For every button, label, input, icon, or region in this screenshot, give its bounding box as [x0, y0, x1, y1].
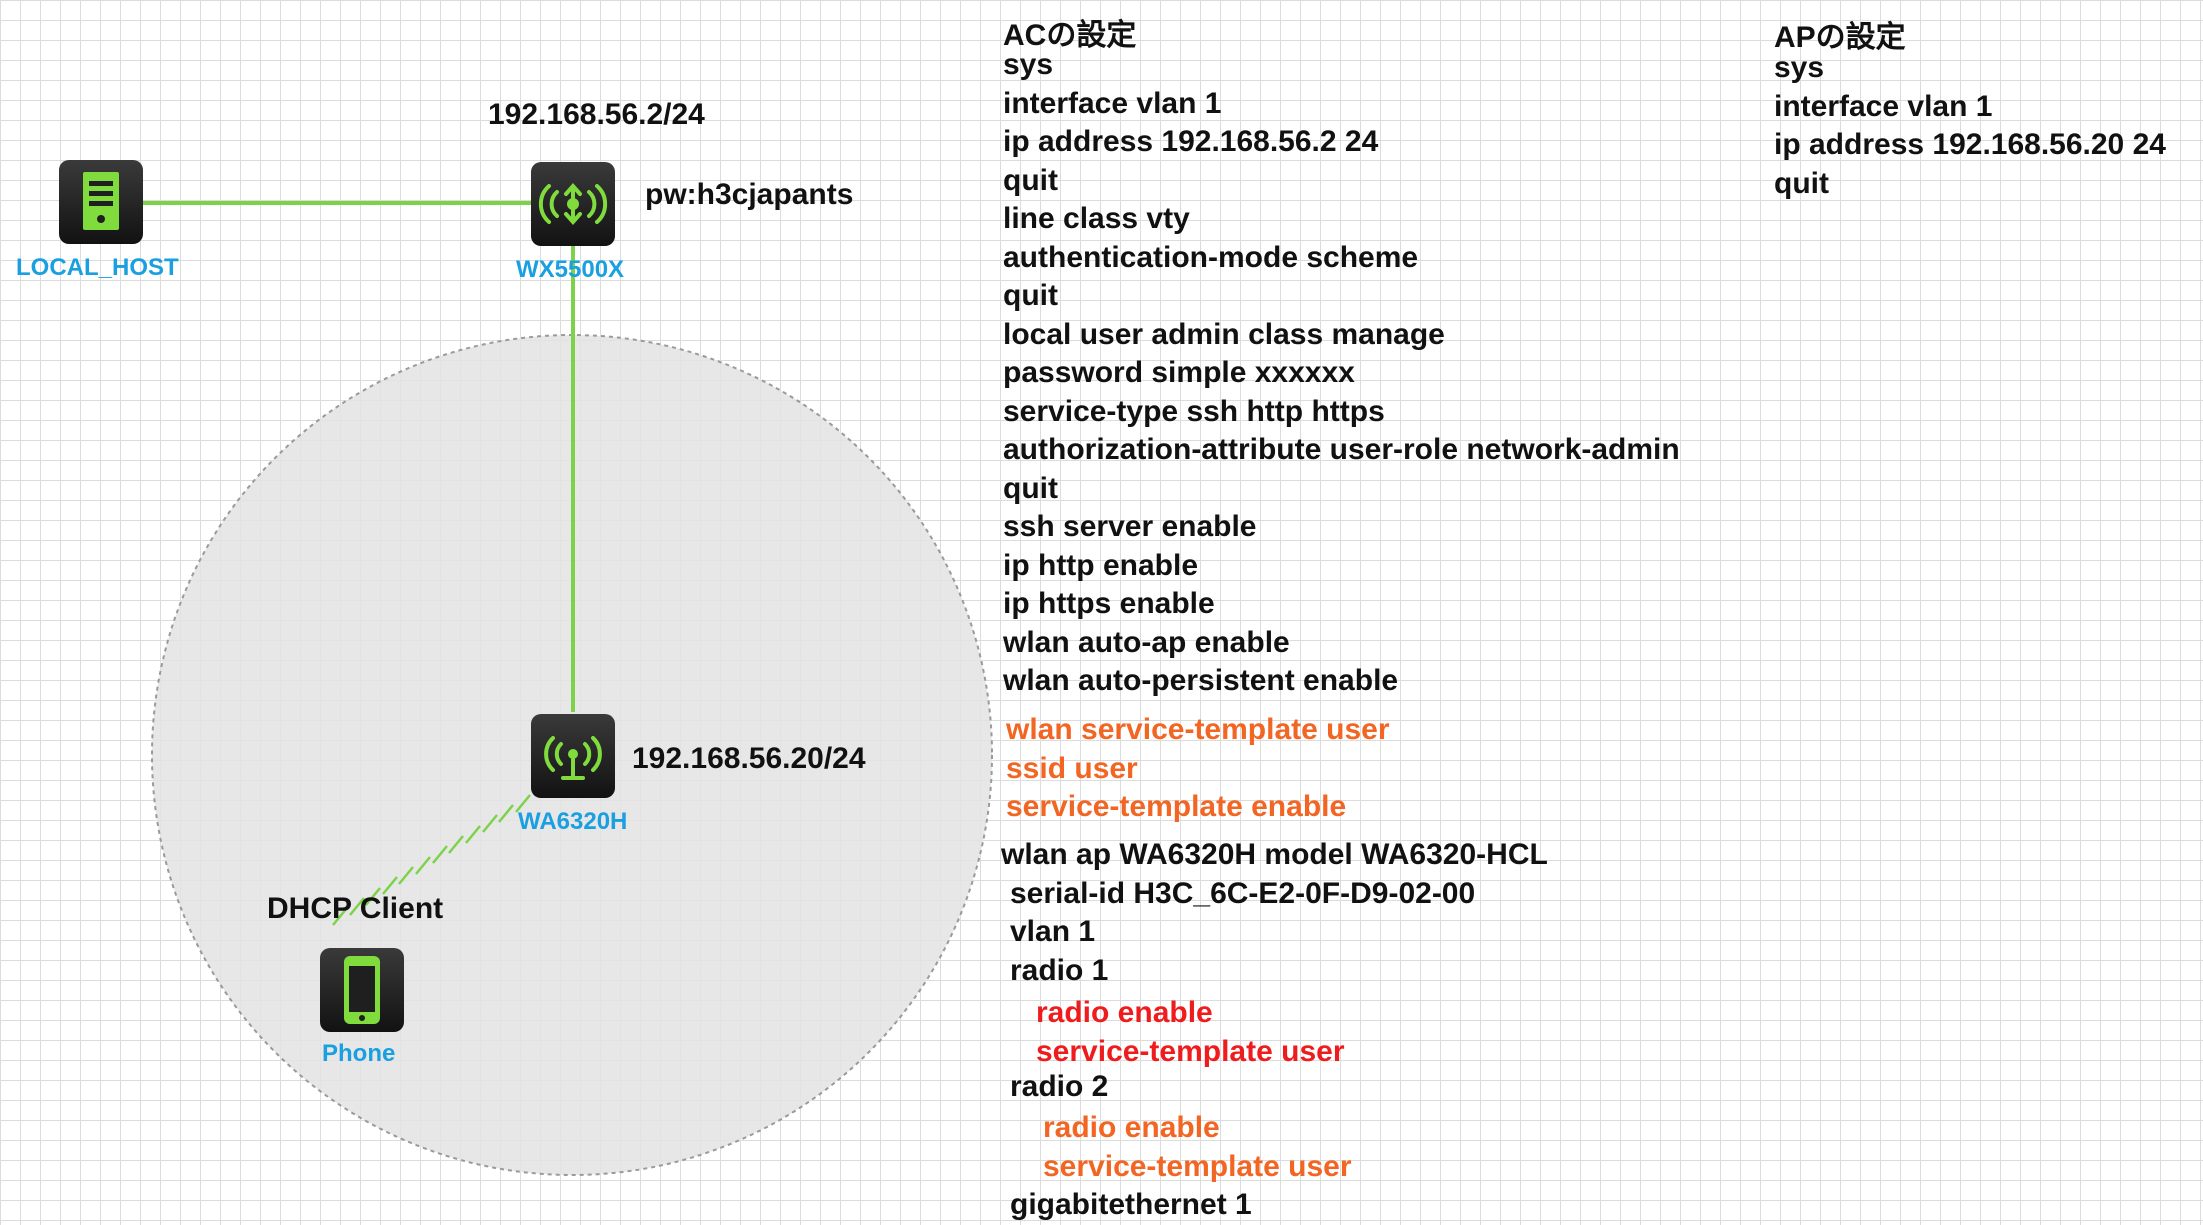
config-line: sys [1774, 51, 1825, 84]
config-line: password simple xxxxxx [1003, 356, 1355, 389]
config-line: ip address 192.168.56.2 24 [1003, 125, 1379, 158]
config-line: radio enable [1036, 996, 1213, 1029]
config-line: quit [1003, 279, 1058, 312]
config-line: wlan service-template user [1006, 713, 1390, 746]
ac-config-gigabit: gigabitethernet 1 [1010, 1186, 1252, 1225]
config-line: authentication-mode scheme [1003, 240, 1419, 274]
config-line: service-template enable [1006, 790, 1347, 823]
config-line: ssid user [1006, 751, 1138, 785]
config-line: wlan ap WA6320H model WA6320-HCL [1001, 838, 1548, 871]
config-line: local user admin class manage [1003, 317, 1445, 351]
config-line: radio enable [1043, 1111, 1220, 1144]
config-line: wlan auto-ap enable [1003, 625, 1290, 659]
ap-config-block: sys interface vlan 1 ip address 192.168.… [1774, 49, 2166, 203]
config-line: serial-id H3C_6C-E2-0F-D9-02-00 [1010, 876, 1476, 910]
wx-ip-label: 192.168.56.2/24 [488, 98, 705, 131]
server-icon [83, 172, 119, 230]
wa-ip-label: 192.168.56.20/24 [632, 742, 866, 775]
wx5500x-device[interactable] [531, 162, 615, 246]
config-line: ip address 192.168.56.20 24 [1774, 128, 2166, 161]
local-host-label: LOCAL_HOST [16, 254, 179, 281]
ac-config-radio2: radio enable service-template user [1043, 1109, 1352, 1186]
wa6320h-label: WA6320H [518, 808, 628, 835]
config-line: ssh server enable [1003, 510, 1257, 543]
config-line: authorization-attribute user-role networ… [1003, 433, 1680, 466]
ac-config-radio2-header: radio 2 [1010, 1068, 1108, 1107]
phone-icon [344, 956, 380, 1024]
config-line: ip http enable [1003, 548, 1198, 582]
config-line: radio 1 [1010, 953, 1109, 987]
ac-config-block1: sys interface vlan 1 ip address 192.168.… [1003, 46, 1680, 701]
config-line: quit [1003, 163, 1058, 197]
config-line: ip https enable [1003, 587, 1215, 620]
dhcp-client-label: DHCP Client [267, 892, 444, 925]
ac-config-radio1: radio enable service-template user [1036, 994, 1345, 1071]
phone-device[interactable] [320, 948, 404, 1032]
phone-label: Phone [322, 1040, 396, 1067]
wa6320h-device[interactable] [531, 714, 615, 798]
config-line: quit [1003, 471, 1058, 505]
wx-password-label: pw:h3cjapants [645, 178, 854, 211]
wx5500x-label: WX5500X [516, 256, 625, 283]
config-line: radio 2 [1010, 1070, 1109, 1103]
config-line: wlan auto-persistent enable [1003, 664, 1399, 697]
local-host-device[interactable] [59, 160, 143, 244]
config-line: sys [1003, 48, 1054, 81]
config-line: service-type ssh http https [1003, 394, 1385, 428]
ac-config-ap-block: wlan ap WA6320H model WA6320-HCL serial-… [1001, 836, 1548, 990]
config-line: service-template user [1043, 1149, 1352, 1183]
config-line: vlan 1 [1010, 915, 1096, 948]
config-line: quit [1774, 166, 1829, 200]
config-line: service-template user [1036, 1034, 1345, 1068]
config-line: line class vty [1003, 202, 1190, 235]
ac-config-service-template: wlan service-template user ssid user ser… [1006, 711, 1390, 827]
config-line: interface vlan 1 [1003, 86, 1222, 120]
config-line: gigabitethernet 1 [1010, 1188, 1252, 1221]
config-line: interface vlan 1 [1774, 89, 1993, 123]
